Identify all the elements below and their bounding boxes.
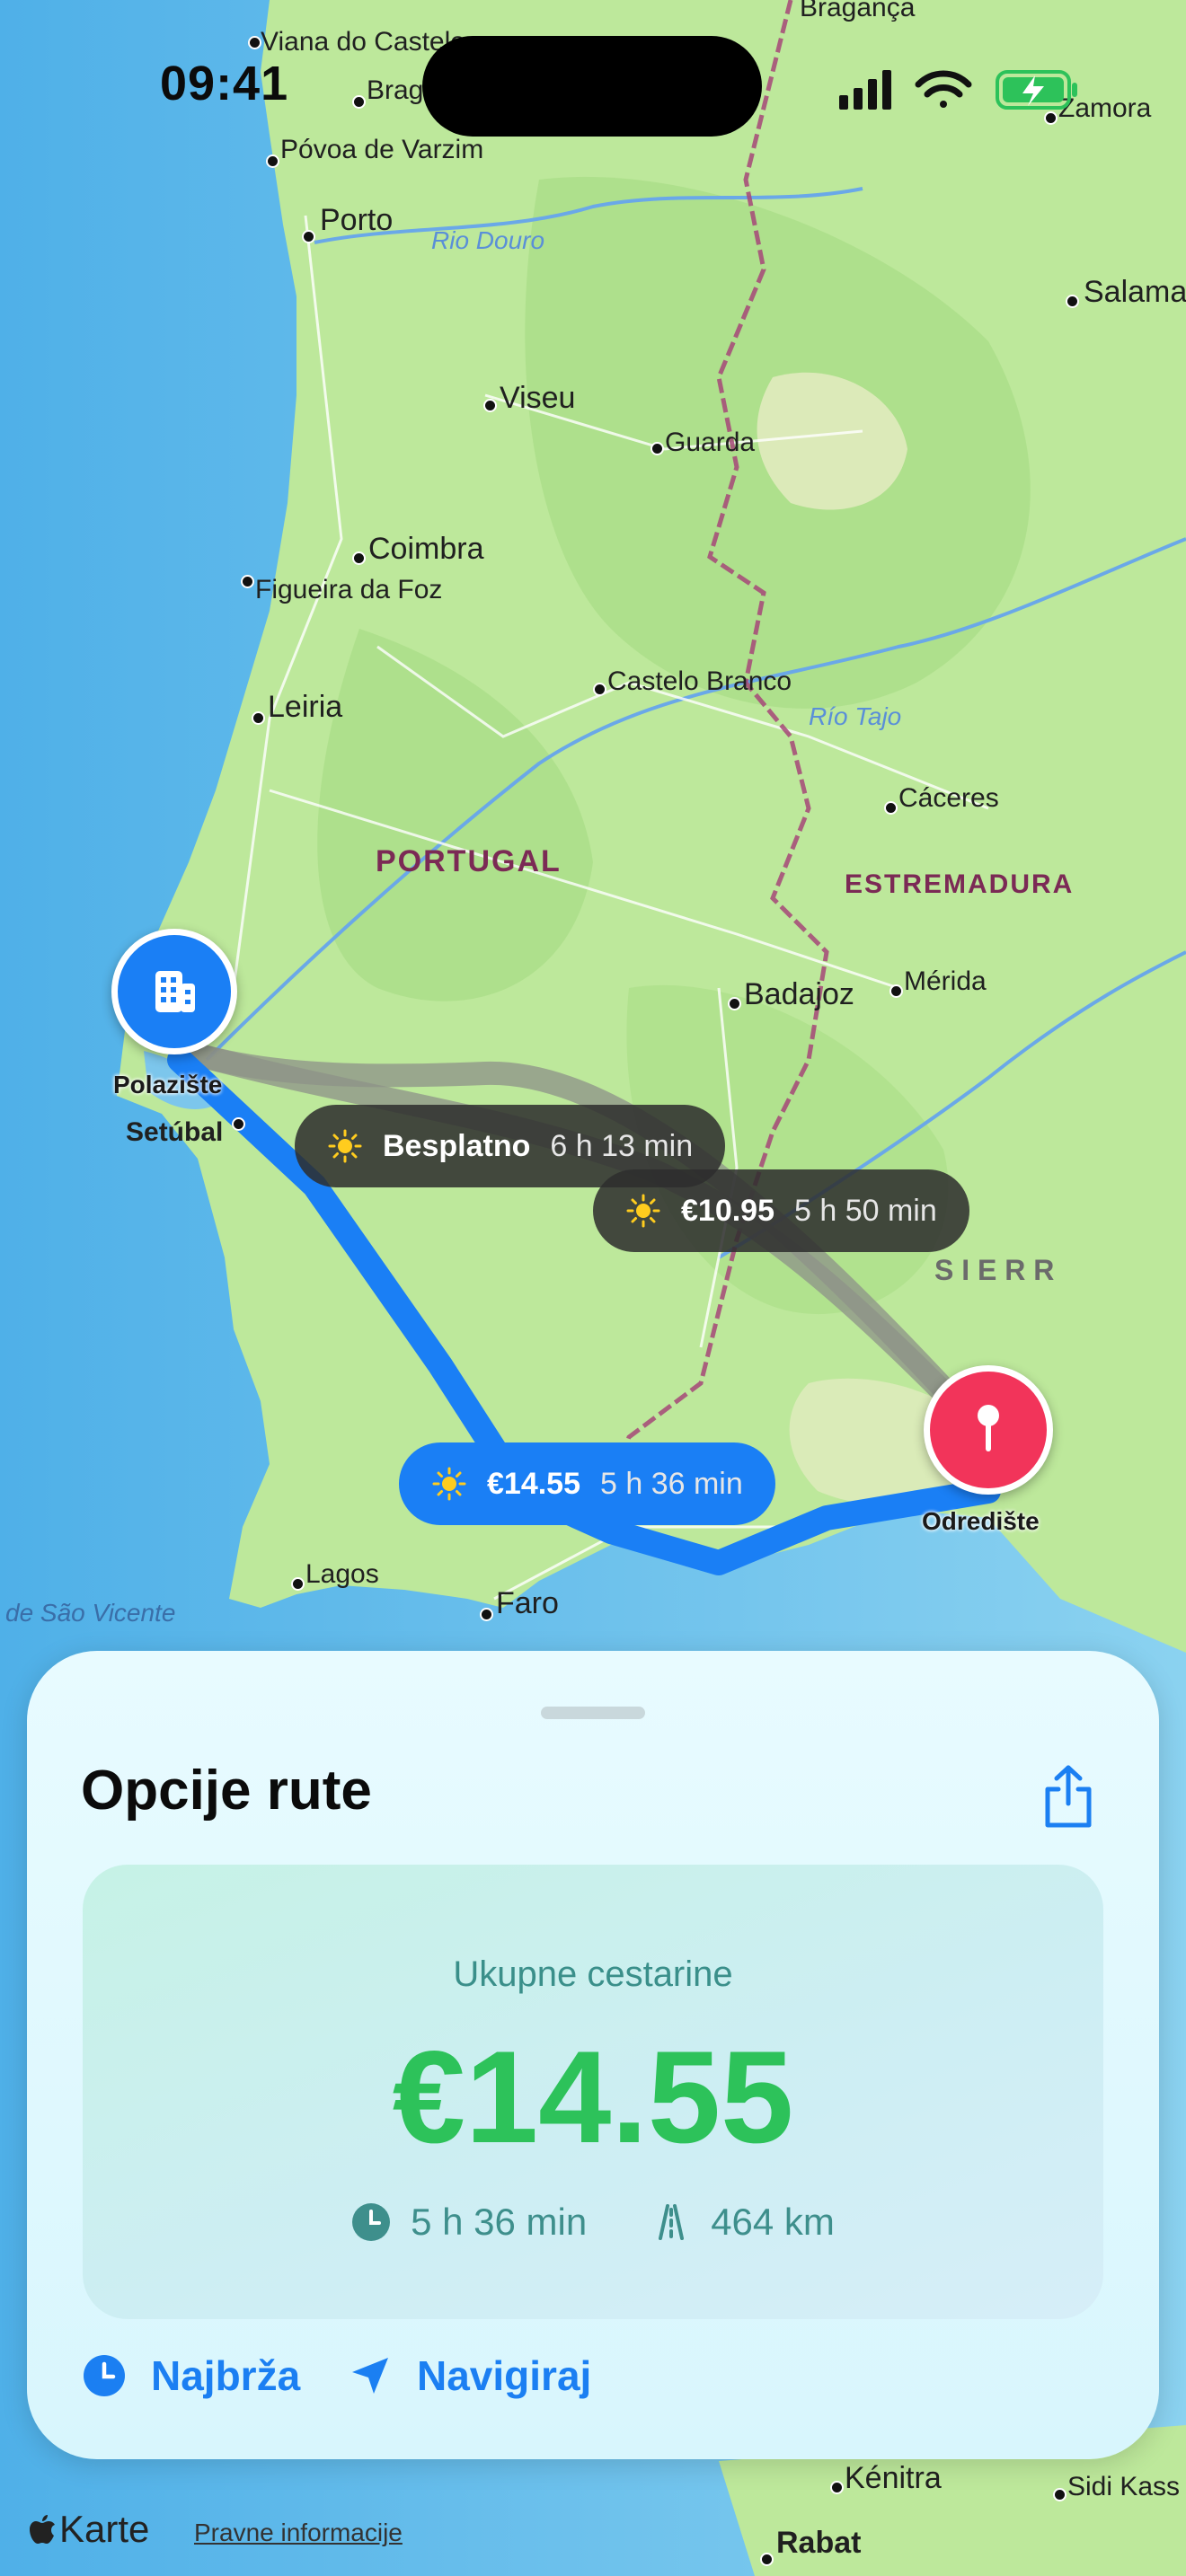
toll-total-amount: €14.55 <box>392 2024 794 2170</box>
map-label-castelo-branco: Castelo Branco <box>607 666 792 696</box>
status-time: 09:41 <box>160 57 289 110</box>
route-pill-duration: 5 h 50 min <box>794 1193 937 1228</box>
map-label-braganca: Bragança <box>800 0 916 22</box>
city-dot <box>302 230 315 243</box>
map-label-setubal: Setúbal <box>126 1117 224 1147</box>
map-label-badajoz: Badajoz <box>744 977 854 1011</box>
toll-total-label: Ukupne cestarine <box>453 1954 733 1994</box>
map-label-rio-douro: Rio Douro <box>431 226 545 254</box>
city-dot <box>232 1117 245 1131</box>
city-dot <box>248 36 261 49</box>
destination-marker[interactable] <box>924 1365 1053 1495</box>
status-icons <box>839 70 1077 110</box>
map-label-portugal: PORTUGAL <box>376 844 562 878</box>
origin-label: Polazište <box>113 1071 223 1098</box>
city-dot <box>241 575 254 588</box>
city-dot <box>483 399 497 412</box>
city-dot <box>728 997 741 1010</box>
destination-label: Odredište <box>922 1507 1040 1535</box>
origin-marker[interactable] <box>111 929 237 1054</box>
map-label-figueira: Figueira da Foz <box>255 575 443 604</box>
sun-icon <box>432 1467 466 1501</box>
city-dot <box>830 2481 844 2494</box>
route-pill-duration: 5 h 36 min <box>600 1466 743 1501</box>
location-arrow-icon <box>352 2358 388 2394</box>
map-label-merida: Mérida <box>904 966 987 996</box>
city-dot <box>890 984 903 998</box>
map-label-povoa: Póvoa de Varzim <box>280 135 484 164</box>
route-pill-toll-14-selected[interactable]: €14.55 5 h 36 min <box>399 1442 775 1525</box>
map-label-faro: Faro <box>496 1586 559 1620</box>
road-icon <box>659 2204 685 2240</box>
sheet-grabber[interactable] <box>541 1707 645 1719</box>
city-dot <box>1053 2488 1067 2501</box>
apple-logo-icon <box>30 2515 55 2544</box>
map-label-estremadura: ESTREMADURA <box>845 869 1075 899</box>
sun-icon <box>626 1194 660 1228</box>
route-stats: 5 h 36 min 464 km <box>83 2201 1103 2244</box>
fastest-button[interactable]: Najbrža <box>83 2351 300 2400</box>
city-dot <box>291 1577 305 1591</box>
map-label-porto: Porto <box>320 203 394 237</box>
route-distance: 464 km <box>711 2201 835 2243</box>
dynamic-island <box>422 36 762 137</box>
city-dot <box>651 442 664 455</box>
city-dot <box>1066 295 1079 308</box>
fastest-label: Najbrža <box>151 2352 301 2399</box>
city-dot <box>266 154 279 168</box>
map-label-lagos: Lagos <box>305 1559 379 1589</box>
route-options-sheet: Opcije rute Ukupne cestarine €14.55 5 h … <box>27 1651 1159 2459</box>
cellular-signal-icon <box>839 70 891 110</box>
map-label-viseu: Viseu <box>500 381 576 415</box>
route-pill-toll-10[interactable]: €10.95 5 h 50 min <box>593 1169 969 1252</box>
city-dot <box>884 801 898 815</box>
route-duration: 5 h 36 min <box>411 2201 588 2243</box>
maps-brand: Karte <box>29 2508 149 2551</box>
toll-summary-card: Ukupne cestarine €14.55 5 h 36 min 464 k… <box>83 1865 1103 2319</box>
map-label-caceres: Cáceres <box>898 783 999 813</box>
map-label-kenitra: Kénitra <box>845 2461 942 2495</box>
navigate-button[interactable]: Navigiraj <box>349 2351 591 2400</box>
route-pill-duration: 6 h 13 min <box>550 1128 694 1163</box>
sheet-title: Opcije rute <box>81 1760 372 1822</box>
map-label-salamanca: Salamanca <box>1084 275 1186 309</box>
sun-icon <box>328 1129 362 1163</box>
wifi-icon <box>915 70 972 108</box>
map-label-coimbra: Coimbra <box>368 532 484 566</box>
maps-brand-label: Karte <box>59 2508 150 2550</box>
route-pill-price: €14.55 <box>487 1466 580 1501</box>
map-label-sidi-kacem: Sidi Kass <box>1067 2472 1181 2501</box>
clock-icon <box>84 2355 125 2396</box>
battery-charging-icon <box>996 70 1077 110</box>
map-label-rio-tajo: Río Tajo <box>809 702 902 730</box>
city-dot <box>352 551 366 565</box>
map-label-leiria: Leiria <box>268 690 343 724</box>
city-dot <box>480 1608 493 1621</box>
route-pill-price: Besplatno <box>383 1128 531 1163</box>
map-label-guarda: Guarda <box>665 428 756 457</box>
clock-icon <box>352 2203 391 2241</box>
map-label-sao-vicente: de São Vicente <box>5 1599 176 1627</box>
share-icon[interactable] <box>1040 1764 1096 1829</box>
city-dot <box>352 95 366 109</box>
legal-link[interactable]: Pravne informacije <box>194 2519 403 2547</box>
city-dot <box>252 711 265 725</box>
building-icon <box>155 971 195 1012</box>
route-pill-price: €10.95 <box>681 1193 774 1228</box>
pin-icon <box>978 1405 999 1451</box>
map-label-rabat: Rabat <box>776 2526 862 2560</box>
city-dot <box>760 2553 774 2566</box>
map-label-sierra: S I E R R <box>934 1254 1055 1286</box>
navigate-label: Navigiraj <box>417 2352 592 2399</box>
city-dot <box>593 683 606 696</box>
